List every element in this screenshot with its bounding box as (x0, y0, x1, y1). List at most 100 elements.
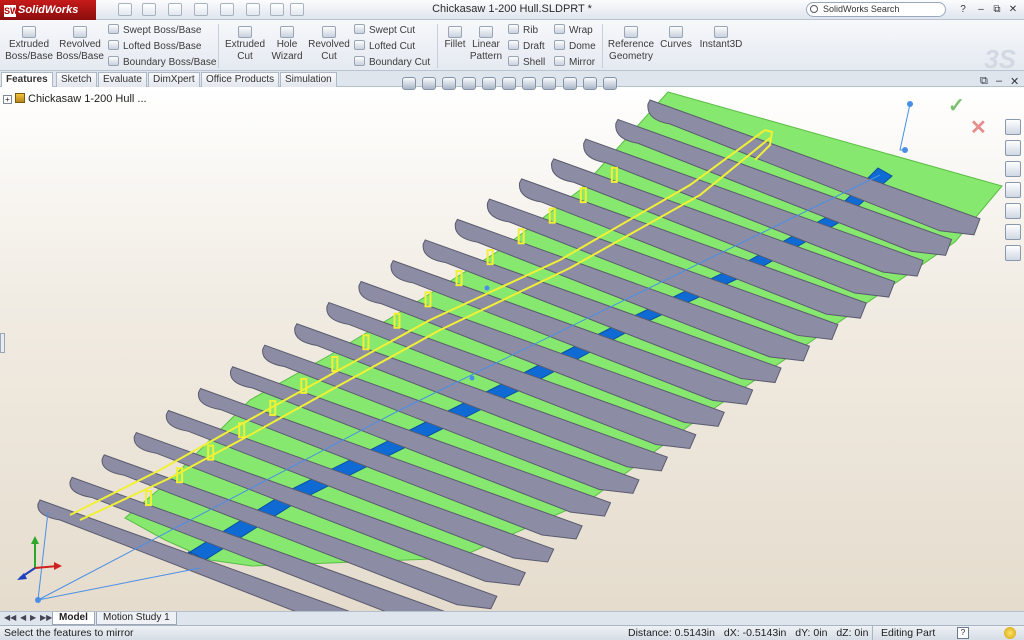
hide-show-items-icon[interactable] (542, 77, 557, 90)
reference-geometry-button[interactable]: Reference Geometry (606, 26, 656, 63)
tab-dimxpert[interactable]: DimXpert (148, 72, 200, 87)
shell-button[interactable]: Shell (508, 56, 545, 69)
viewport-minimize-icon[interactable]: – (996, 75, 1002, 87)
revolve-icon (73, 26, 87, 38)
sketch-point (484, 285, 490, 291)
last-tab-icon[interactable]: ▶▶ (40, 613, 52, 622)
next-tab-icon[interactable]: ▶ (30, 613, 36, 622)
help-button[interactable]: ? (956, 3, 970, 16)
zoom-to-fit-icon[interactable] (402, 77, 416, 90)
save-icon[interactable] (168, 3, 182, 16)
minimize-button[interactable]: – (974, 3, 988, 16)
draft-button[interactable]: Draft (508, 40, 545, 53)
open-document-icon[interactable] (142, 3, 156, 16)
tab-evaluate[interactable]: Evaluate (98, 72, 147, 87)
edit-appearance-icon[interactable] (562, 77, 577, 90)
confirm-checkmark-icon[interactable]: ✓ (948, 93, 965, 118)
undo-icon[interactable] (220, 3, 234, 16)
feature-tree[interactable]: + Chickasaw 1-200 Hull ... (3, 93, 147, 105)
lofted-boss-button[interactable]: Lofted Boss/Base (108, 40, 201, 53)
expand-icon[interactable]: + (3, 95, 12, 104)
sweep-icon (108, 24, 119, 34)
dynamic-annotation-icon[interactable] (482, 77, 497, 90)
rib-icon (508, 24, 519, 34)
zoom-to-area-icon[interactable] (422, 77, 437, 90)
toolbar-separator (437, 24, 438, 68)
boundary-cut-button[interactable]: Boundary Cut (354, 56, 430, 69)
rebuild-icon[interactable] (270, 3, 284, 16)
prev-tab-icon[interactable]: ◀ (20, 613, 26, 622)
new-document-icon[interactable] (118, 3, 132, 16)
tab-motion-study-1[interactable]: Motion Study 1 (96, 612, 177, 625)
title-bar: SWSolidWorks Chickasaw 1-200 Hull.SLDPRT… (0, 0, 1024, 20)
curves-icon (669, 26, 683, 38)
swept-cut-button[interactable]: Swept Cut (354, 24, 415, 37)
fillet-button[interactable]: Fillet (442, 26, 468, 51)
options-icon[interactable] (290, 3, 304, 16)
tab-model[interactable]: Model (52, 612, 95, 625)
apply-scene-icon[interactable] (582, 77, 597, 90)
command-manager: Extruded Boss/Base Revolved Boss/Base Sw… (0, 20, 1024, 74)
mirror-button[interactable]: Mirror (554, 56, 595, 69)
resources-icon[interactable] (1005, 119, 1021, 135)
dz-readout: dZ: 0in (836, 627, 869, 639)
instant3d-button[interactable]: Instant3D (698, 26, 744, 51)
view-palette-icon[interactable] (1005, 203, 1021, 219)
sketch-point (469, 375, 475, 381)
tab-sketch[interactable]: Sketch (56, 72, 97, 87)
custom-properties-icon[interactable] (1005, 245, 1021, 261)
swept-boss-button[interactable]: Swept Boss/Base (108, 24, 201, 37)
draft-icon (508, 40, 519, 50)
first-tab-icon[interactable]: ◀◀ (4, 613, 16, 622)
dx-readout: dX: -0.5143in (723, 627, 787, 639)
restore-button[interactable]: ⧉ (990, 3, 1004, 16)
tab-office-products[interactable]: Office Products (201, 72, 280, 87)
graphics-area[interactable]: + Chickasaw 1-200 Hull ... ⧉ – ✕ ✓ ✕ (0, 75, 1024, 611)
design-library-icon[interactable] (1005, 140, 1021, 156)
revolved-boss-button[interactable]: Revolved Boss/Base (56, 26, 104, 63)
previous-view-icon[interactable] (442, 77, 457, 90)
rib-button[interactable]: Rib (508, 24, 538, 37)
bottom-tabs: ◀◀ ◀ ▶ ▶▶ Model Motion Study 1 (0, 611, 1024, 625)
revolved-cut-button[interactable]: Revolved Cut (306, 26, 352, 63)
dome-icon (554, 40, 565, 50)
tab-features[interactable]: Features (1, 72, 53, 88)
curves-button[interactable]: Curves (658, 26, 694, 51)
extruded-cut-button[interactable]: Extruded Cut (222, 26, 268, 63)
feature-tree-root[interactable]: Chickasaw 1-200 Hull ... (28, 93, 147, 105)
toolbar-separator (602, 24, 603, 68)
viewport-restore-icon[interactable]: ⧉ (980, 75, 988, 88)
view-settings-icon[interactable] (602, 77, 617, 90)
panel-splitter[interactable] (0, 333, 5, 353)
hull-model[interactable] (0, 87, 1024, 611)
section-view-icon[interactable] (462, 77, 477, 90)
wrap-icon (554, 24, 565, 34)
linear-pattern-button[interactable]: Linear Pattern (468, 26, 504, 63)
lofted-cut-button[interactable]: Lofted Cut (354, 40, 415, 53)
appearances-icon[interactable] (1005, 224, 1021, 240)
cancel-x-icon[interactable]: ✕ (970, 115, 987, 140)
tab-simulation[interactable]: Simulation (280, 72, 337, 87)
wrap-button[interactable]: Wrap (554, 24, 593, 37)
hole-wizard-button[interactable]: Hole Wizard (270, 26, 304, 63)
display-style-icon[interactable] (522, 77, 537, 90)
search-input[interactable]: SolidWorks Search (806, 2, 946, 17)
rebuild-status-icon[interactable]: ? (957, 627, 969, 639)
boundary-boss-button[interactable]: Boundary Boss/Base (108, 56, 216, 69)
viewport-close-icon[interactable]: ✕ (1010, 75, 1019, 88)
search-results-icon[interactable] (1005, 182, 1021, 198)
print-icon[interactable] (194, 3, 208, 16)
dome-button[interactable]: Dome (554, 40, 596, 53)
extruded-boss-button[interactable]: Extruded Boss/Base (4, 26, 54, 63)
quick-tips-icon[interactable] (1004, 627, 1016, 639)
editing-mode: Editing Part (872, 626, 950, 640)
close-button[interactable]: ✕ (1006, 3, 1020, 16)
file-explorer-icon[interactable] (1005, 161, 1021, 177)
sketch-point (35, 597, 41, 603)
solidworks-logo[interactable]: SWSolidWorks (0, 0, 96, 20)
fillet-icon (448, 26, 462, 38)
shell-icon (508, 56, 519, 66)
view-orientation-icon[interactable] (502, 77, 517, 90)
extruded-cut-icon (238, 26, 252, 38)
select-icon[interactable] (246, 3, 260, 16)
